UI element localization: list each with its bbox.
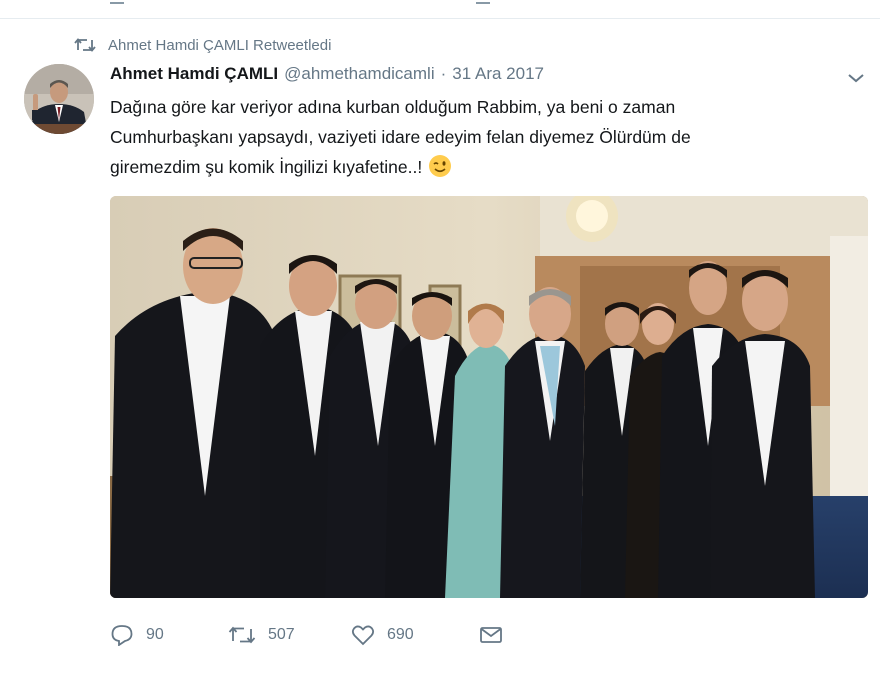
avatar[interactable]: [24, 64, 94, 134]
tweet-menu-button[interactable]: [846, 70, 866, 86]
direct-message-button[interactable]: [479, 625, 515, 645]
separator-dot: ·: [440, 64, 447, 83]
tweet-header: Ahmet Hamdi ÇAMLI @ahmethamdicamli · 31 …: [110, 64, 544, 90]
retweet-button[interactable]: 507: [228, 625, 351, 645]
tweet-text: Dağına göre kar veriyor adına kurban old…: [110, 92, 850, 182]
tweet-text-line: giremezdim şu komik İngilizi kıyafetine.…: [110, 152, 850, 182]
retweet-count: 507: [268, 626, 295, 643]
tweet-text-line: Cumhurbaşkanı yapsaydı, vaziyeti idare e…: [110, 127, 691, 147]
avatar-photo: [24, 64, 94, 134]
retweet-context-label[interactable]: Ahmet Hamdi ÇAMLI Retweetledi: [108, 37, 331, 54]
group-photo-image: [110, 196, 868, 598]
author-handle[interactable]: @ahmethamdicamli: [284, 64, 434, 84]
reply-icon: [111, 625, 133, 646]
retweet-small-icon: [74, 38, 96, 52]
reply-button[interactable]: 90: [110, 624, 228, 646]
tweet-timestamp[interactable]: 31 Ara 2017: [452, 64, 544, 84]
winking-face-emoji-icon: [428, 154, 452, 178]
tweet-text-line: Dağına göre kar veriyor adına kurban old…: [110, 97, 676, 117]
retweet-context: Ahmet Hamdi ÇAMLI Retweetledi: [74, 34, 331, 56]
author-name[interactable]: Ahmet Hamdi ÇAMLI: [110, 64, 278, 84]
tweet-actions: 90 507 690: [110, 620, 515, 650]
previous-tweet-edge: [0, 0, 880, 19]
tweet-photo[interactable]: [110, 196, 868, 598]
retweet-icon: [228, 626, 256, 644]
like-count: 690: [387, 626, 414, 643]
like-button[interactable]: 690: [351, 624, 479, 646]
heart-icon: [351, 625, 375, 646]
envelope-icon: [480, 627, 502, 643]
previous-tweet-message-icon: [476, 0, 490, 4]
chevron-down-icon: [848, 74, 864, 83]
reply-count: 90: [146, 626, 164, 643]
previous-tweet-action-icon: [110, 0, 124, 4]
